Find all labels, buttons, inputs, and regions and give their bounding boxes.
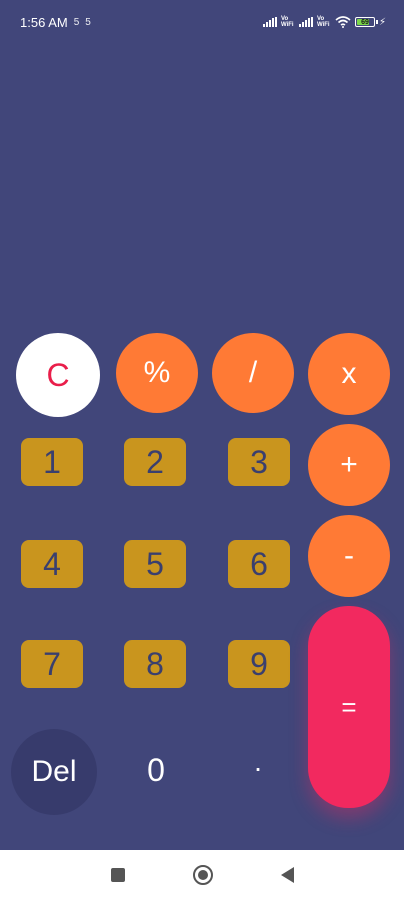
recents-square-icon[interactable] bbox=[110, 868, 125, 882]
percent-button[interactable]: % bbox=[116, 333, 198, 413]
navigation-bar bbox=[0, 850, 404, 900]
digit-8-button[interactable]: 8 bbox=[124, 640, 186, 688]
digit-5-button[interactable]: 5 bbox=[124, 540, 186, 588]
keypad: C % / x 1 2 3 + 4 5 6 - 7 8 9 = Del 0 . bbox=[0, 0, 404, 850]
multiply-button[interactable]: x bbox=[308, 333, 390, 415]
delete-button[interactable]: Del bbox=[11, 729, 97, 815]
digit-7-button[interactable]: 7 bbox=[21, 640, 83, 688]
home-circle-icon[interactable] bbox=[192, 865, 213, 885]
digit-6-button[interactable]: 6 bbox=[228, 540, 290, 588]
digit-0-button[interactable]: 0 bbox=[118, 740, 194, 800]
digit-2-button[interactable]: 2 bbox=[124, 438, 186, 486]
decimal-button[interactable]: . bbox=[220, 732, 296, 792]
digit-1-button[interactable]: 1 bbox=[21, 438, 83, 486]
clear-button[interactable]: C bbox=[16, 333, 100, 417]
back-triangle-icon[interactable] bbox=[280, 867, 294, 883]
minus-button[interactable]: - bbox=[308, 515, 390, 597]
plus-button[interactable]: + bbox=[308, 424, 390, 506]
digit-3-button[interactable]: 3 bbox=[228, 438, 290, 486]
equals-button[interactable]: = bbox=[308, 606, 390, 808]
digit-4-button[interactable]: 4 bbox=[21, 540, 83, 588]
digit-9-button[interactable]: 9 bbox=[228, 640, 290, 688]
divide-button[interactable]: / bbox=[212, 333, 294, 413]
